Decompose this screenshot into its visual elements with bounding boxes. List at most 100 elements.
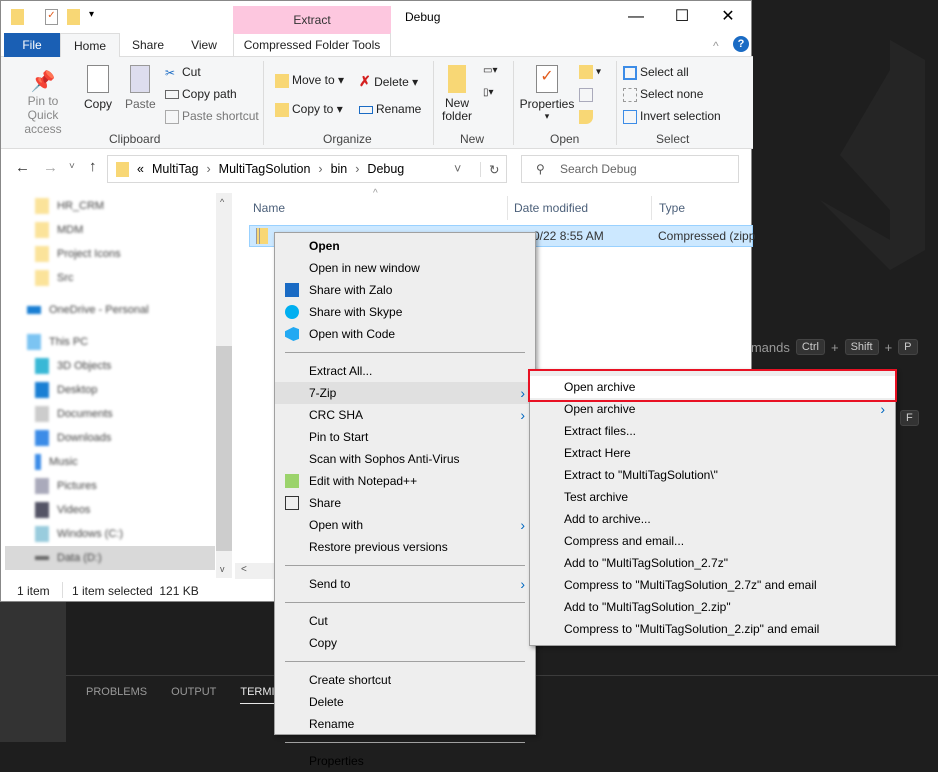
menu-item-add-to-multitagsolution-2-7z[interactable]: Add to "MultiTagSolution_2.7z" xyxy=(530,552,895,574)
nav-item[interactable]: MDM xyxy=(35,220,83,240)
nav-item-this-pc[interactable]: This PC xyxy=(27,332,88,352)
forward-button[interactable]: → xyxy=(43,159,58,176)
new-folder-button[interactable]: New folder xyxy=(441,65,473,123)
nav-item[interactable]: Src xyxy=(35,268,74,288)
edit-button[interactable] xyxy=(579,87,596,102)
nav-item[interactable]: 3D Objects xyxy=(35,356,111,376)
up-button[interactable]: ↑ xyxy=(89,158,97,175)
menu-item-compress-and-email[interactable]: Compress and email... xyxy=(530,530,895,552)
menu-item-extract-to-multitagsolution[interactable]: Extract to "MultiTagSolution\" xyxy=(530,464,895,486)
address-bar[interactable]: « MultiTag › MultiTagSolution › bin › Debug… xyxy=(107,155,507,183)
nav-item[interactable]: HR_CRM xyxy=(35,196,104,216)
menu-item-scan-with-sophos-anti-virus[interactable]: Scan with Sophos Anti-Virus xyxy=(275,448,535,470)
menu-item-compress-to-multitagsolution-2-zip-and-email[interactable]: Compress to "MultiTagSolution_2.zip" and… xyxy=(530,618,895,640)
refresh-icon[interactable]: ↻ xyxy=(480,161,499,177)
tab-share[interactable]: Share xyxy=(121,33,175,57)
nav-item[interactable]: Downloads xyxy=(35,428,111,448)
menu-item-edit-with-notepad[interactable]: Edit with Notepad++ xyxy=(275,470,535,492)
copy-path-button[interactable]: Copy path xyxy=(165,87,237,101)
help-icon[interactable]: ? xyxy=(733,36,749,52)
new-folder-quick-icon[interactable] xyxy=(67,9,80,25)
paste-shortcut-button[interactable]: Paste shortcut xyxy=(165,109,259,124)
menu-item-test-archive[interactable]: Test archive xyxy=(530,486,895,508)
breadcrumb-separator[interactable]: › xyxy=(318,162,322,176)
delete-button[interactable]: ✗ Delete ▾ xyxy=(359,73,418,90)
menu-item-send-to[interactable]: Send to › xyxy=(275,573,535,595)
menu-item-cut[interactable]: Cut xyxy=(275,610,535,632)
pin-quick-access-button[interactable]: 📌 Pin to Quick access xyxy=(11,69,75,136)
breadcrumb-bin[interactable]: bin xyxy=(331,162,348,176)
menu-item-create-shortcut[interactable]: Create shortcut xyxy=(275,669,535,691)
collapse-ribbon-icon[interactable]: ^ xyxy=(713,39,719,53)
properties-quick-icon[interactable]: ✓ xyxy=(45,9,58,25)
menu-item-open-with-code[interactable]: Open with Code xyxy=(275,323,535,345)
menu-item-add-to-archive[interactable]: Add to archive... xyxy=(530,508,895,530)
menu-item-compress-to-multitagsolution-2-7z-and-email[interactable]: Compress to "MultiTagSolution_2.7z" and … xyxy=(530,574,895,596)
menu-item-share[interactable]: Share xyxy=(275,492,535,514)
copy-button[interactable]: Copy xyxy=(83,65,113,111)
scroll-up-arrow[interactable]: ^ xyxy=(220,197,224,207)
new-item-button[interactable]: ▭▾ xyxy=(483,65,497,76)
menu-item-properties[interactable]: Properties xyxy=(275,750,535,772)
paste-button[interactable]: Paste xyxy=(125,65,156,111)
menu-item-restore-previous-versions[interactable]: Restore previous versions xyxy=(275,536,535,558)
close-button[interactable]: ✕ xyxy=(705,1,751,33)
select-all-button[interactable]: Select all xyxy=(623,65,689,80)
menu-item-share-with-skype[interactable]: Share with Skype xyxy=(275,301,535,323)
scroll-down-arrow[interactable]: v xyxy=(220,564,225,574)
nav-item[interactable]: Music xyxy=(35,452,78,472)
scroll-left-arrow[interactable]: < xyxy=(241,564,247,575)
nav-item[interactable]: Desktop xyxy=(35,380,97,400)
menu-item-extract-here[interactable]: Extract Here xyxy=(530,442,895,464)
search-input[interactable]: ⚲ Search Debug xyxy=(521,155,739,183)
tab-problems[interactable]: PROBLEMS xyxy=(86,686,147,704)
move-to-button[interactable]: Move to ▾ xyxy=(275,73,344,88)
breadcrumb-debug[interactable]: Debug xyxy=(367,162,404,176)
minimize-button[interactable]: — xyxy=(613,1,659,33)
nav-item[interactable]: Windows (C:) xyxy=(35,524,123,544)
breadcrumb-overflow[interactable]: « xyxy=(137,162,144,176)
nav-item[interactable]: Project Icons xyxy=(35,244,121,264)
nav-scrollbar-thumb[interactable] xyxy=(216,346,232,551)
nav-item[interactable]: Videos xyxy=(35,500,90,520)
extract-context-tab[interactable]: Extract xyxy=(233,6,391,34)
menu-item-rename[interactable]: Rename xyxy=(275,713,535,735)
breadcrumb-multitag[interactable]: MultiTag xyxy=(152,162,199,176)
cut-button[interactable]: ✂ Cut xyxy=(165,65,201,80)
customize-toolbar-icon[interactable]: ▾ xyxy=(89,9,94,20)
copy-to-button[interactable]: Copy to ▾ xyxy=(275,102,343,117)
nav-item[interactable]: Data (D:) xyxy=(35,548,102,568)
menu-item-crc-sha[interactable]: CRC SHA › xyxy=(275,404,535,426)
breadcrumb-separator[interactable]: › xyxy=(355,162,359,176)
menu-item-open-in-new-window[interactable]: Open in new window xyxy=(275,257,535,279)
menu-item-delete[interactable]: Delete xyxy=(275,691,535,713)
tab-output[interactable]: OUTPUT xyxy=(171,686,216,704)
tab-home[interactable]: Home xyxy=(60,33,120,58)
column-type[interactable]: Type xyxy=(659,201,685,215)
menu-item-extract-files[interactable]: Extract files... xyxy=(530,420,895,442)
history-button[interactable] xyxy=(579,109,596,124)
easy-access-button[interactable]: ▯▾ xyxy=(483,87,494,98)
nav-item[interactable]: Documents xyxy=(35,404,113,424)
menu-item-copy[interactable]: Copy xyxy=(275,632,535,654)
address-dropdown-icon[interactable]: ˅ xyxy=(454,162,461,176)
tab-file[interactable]: File xyxy=(4,33,60,57)
menu-item-7-zip[interactable]: 7-Zip › xyxy=(275,382,535,404)
back-button[interactable]: ← xyxy=(15,159,30,176)
properties-button[interactable]: ✓ Properties ▾ xyxy=(519,65,575,122)
invert-selection-button[interactable]: Invert selection xyxy=(623,109,721,124)
breadcrumb-separator[interactable]: › xyxy=(207,162,211,176)
select-none-button[interactable]: Select none xyxy=(623,87,703,102)
menu-item-extract-all[interactable]: Extract All... xyxy=(275,360,535,382)
nav-item[interactable]: Pictures xyxy=(35,476,97,496)
rename-button[interactable]: Rename xyxy=(359,102,421,116)
menu-item-pin-to-start[interactable]: Pin to Start xyxy=(275,426,535,448)
maximize-button[interactable]: ☐ xyxy=(659,1,705,33)
menu-item-open[interactable]: Open xyxy=(275,235,535,257)
tab-compressed-folder-tools[interactable]: Compressed Folder Tools xyxy=(233,33,391,57)
recent-locations-button[interactable]: ˅ xyxy=(69,161,75,172)
open-button[interactable]: ▾ xyxy=(579,65,601,79)
column-date-modified[interactable]: Date modified xyxy=(514,201,588,215)
menu-item-add-to-multitagsolution-2-zip[interactable]: Add to "MultiTagSolution_2.zip" xyxy=(530,596,895,618)
tab-view[interactable]: View xyxy=(177,33,231,57)
